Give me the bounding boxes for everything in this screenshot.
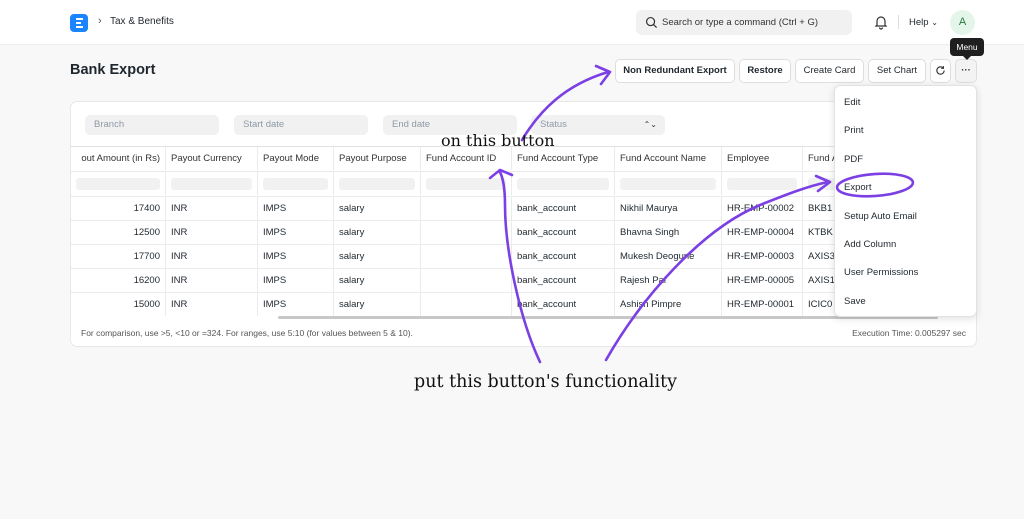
table-cell[interactable]: salary — [334, 269, 421, 292]
column-header[interactable]: Payout Purpose — [334, 147, 421, 170]
table-cell[interactable]: bank_account — [512, 293, 615, 316]
table-cell[interactable]: INR — [166, 197, 258, 220]
execution-time: Execution Time: 0.005297 sec — [852, 328, 966, 338]
table-cell[interactable]: Nikhil Maurya — [615, 197, 722, 220]
more-menu-button[interactable]: ··· — [955, 59, 977, 83]
table-cell[interactable] — [421, 221, 512, 244]
table-cell[interactable]: IMPS — [258, 269, 334, 292]
menu-tooltip: Menu — [950, 38, 984, 60]
table-cell[interactable]: 17700 — [71, 245, 166, 268]
table-cell[interactable]: bank_account — [512, 245, 615, 268]
table-cell[interactable]: IMPS — [258, 293, 334, 316]
menu-item-setup-auto-email[interactable]: Setup Auto Email — [844, 211, 917, 222]
table-cell[interactable]: HR-EMP-00002 — [722, 197, 803, 220]
set-chart-button[interactable]: Set Chart — [868, 59, 926, 83]
column-filter-input[interactable] — [727, 178, 797, 190]
table-cell[interactable]: bank_account — [512, 269, 615, 292]
start-date-filter[interactable]: Start date — [234, 115, 368, 135]
app-logo-icon[interactable] — [70, 14, 88, 32]
table-cell[interactable]: IMPS — [258, 221, 334, 244]
chevron-down-icon: ⌄ — [931, 18, 938, 27]
column-header[interactable]: Employee — [722, 147, 803, 170]
bell-icon[interactable] — [873, 14, 889, 30]
table-cell[interactable] — [421, 245, 512, 268]
table-cell[interactable]: salary — [334, 293, 421, 316]
annotation-note-1: on this button — [441, 131, 555, 150]
table-cell[interactable]: salary — [334, 197, 421, 220]
column-filter-input[interactable] — [517, 178, 609, 190]
menu-item-user-permissions[interactable]: User Permissions — [844, 267, 918, 278]
column-filter-input[interactable] — [171, 178, 252, 190]
refresh-button[interactable] — [930, 59, 951, 83]
table-cell[interactable]: 12500 — [71, 221, 166, 244]
avatar[interactable]: A — [950, 10, 975, 35]
column-header[interactable]: Payout Mode — [258, 147, 334, 170]
search-icon — [645, 16, 658, 29]
table-cell[interactable]: HR-EMP-00003 — [722, 245, 803, 268]
breadcrumb-tax-benefits[interactable]: Tax & Benefits — [110, 16, 174, 27]
arrowhead-non-redundant-export — [594, 64, 612, 86]
branch-filter[interactable]: Branch — [85, 115, 219, 135]
column-filter-input[interactable] — [76, 178, 160, 190]
page-title: Bank Export — [70, 62, 156, 78]
table-cell[interactable]: Ashish Pimpre — [615, 293, 722, 316]
column-header[interactable]: Fund Account Name — [615, 147, 722, 170]
annotation-note-2: put this button's functionality — [414, 372, 678, 392]
table-cell[interactable]: Bhavna Singh — [615, 221, 722, 244]
table-cell[interactable]: salary — [334, 245, 421, 268]
create-card-button[interactable]: Create Card — [795, 59, 864, 83]
menu-item-edit[interactable]: Edit — [844, 97, 860, 108]
table-cell[interactable]: IMPS — [258, 245, 334, 268]
select-arrows-icon: ⌃⌄ — [643, 120, 657, 129]
table-cell[interactable]: INR — [166, 293, 258, 316]
breadcrumb-chevron-icon: › — [98, 15, 102, 27]
table-cell[interactable]: bank_account — [512, 221, 615, 244]
column-header[interactable]: Fund Account ID — [421, 147, 512, 170]
menu-item-add-column[interactable]: Add Column — [844, 239, 896, 250]
table-cell[interactable]: HR-EMP-00001 — [722, 293, 803, 316]
table-cell[interactable]: INR — [166, 269, 258, 292]
restore-button[interactable]: Restore — [739, 59, 791, 83]
table-cell[interactable]: 15000 — [71, 293, 166, 316]
table-cell[interactable]: Rajesh Pal — [615, 269, 722, 292]
column-header[interactable]: Fund Account Type — [512, 147, 615, 170]
search-placeholder: Search or type a command (Ctrl + G) — [662, 17, 819, 28]
non-redundant-export-button[interactable]: Non Redundant Export — [615, 59, 735, 83]
table-cell[interactable]: salary — [334, 221, 421, 244]
menu-item-pdf[interactable]: PDF — [844, 154, 863, 165]
table-cell[interactable]: INR — [166, 221, 258, 244]
nav-divider — [898, 15, 899, 29]
column-header[interactable]: out Amount (in Rs) — [71, 147, 166, 170]
table-cell[interactable]: HR-EMP-00005 — [722, 269, 803, 292]
menu-item-export[interactable]: Export — [844, 182, 871, 193]
search-bar[interactable]: Search or type a command (Ctrl + G) — [636, 10, 852, 35]
refresh-icon — [936, 66, 945, 75]
table-cell[interactable] — [421, 293, 512, 316]
table-cell[interactable]: bank_account — [512, 197, 615, 220]
table-cell[interactable]: Mukesh Deogune — [615, 245, 722, 268]
more-dropdown-menu: Edit Print PDF Export Setup Auto Email A… — [834, 85, 977, 317]
table-cell[interactable]: IMPS — [258, 197, 334, 220]
column-filter-input[interactable] — [426, 178, 506, 190]
navbar: › Tax & Benefits Search or type a comman… — [0, 0, 1024, 45]
table-cell[interactable]: HR-EMP-00004 — [722, 221, 803, 244]
help-dropdown[interactable]: Help ⌄ — [909, 17, 938, 28]
table-cell[interactable]: 16200 — [71, 269, 166, 292]
menu-item-save[interactable]: Save — [844, 296, 866, 307]
table-cell[interactable] — [421, 269, 512, 292]
table-cell[interactable] — [421, 197, 512, 220]
menu-item-print[interactable]: Print — [844, 125, 864, 136]
filter-hint: For comparison, use >5, <10 or =324. For… — [81, 328, 413, 338]
column-filter-input[interactable] — [263, 178, 328, 190]
column-filter-input[interactable] — [339, 178, 415, 190]
column-filter-input[interactable] — [620, 178, 716, 190]
column-header[interactable]: Payout Currency — [166, 147, 258, 170]
table-cell[interactable]: 17400 — [71, 197, 166, 220]
table-cell[interactable]: INR — [166, 245, 258, 268]
